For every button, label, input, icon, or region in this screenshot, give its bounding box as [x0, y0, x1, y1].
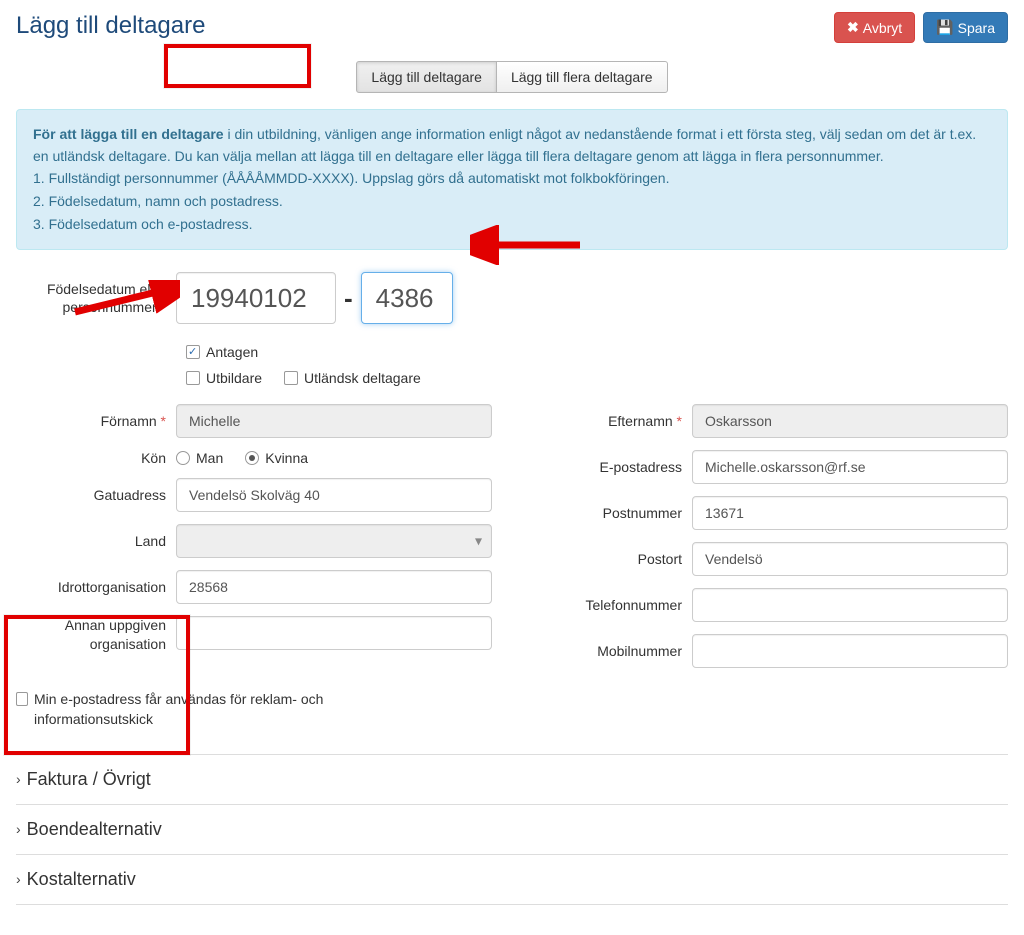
tab-row: Lägg till deltagare Lägg till flera delt… — [16, 61, 1008, 93]
kon-man-radio[interactable] — [176, 451, 190, 465]
epost-input[interactable] — [692, 450, 1008, 484]
tab-add-single[interactable]: Lägg till deltagare — [356, 61, 497, 93]
land-label: Land — [16, 533, 176, 549]
annan-label-2: organisation — [90, 636, 166, 652]
utbildare-label: Utbildare — [206, 370, 262, 386]
pnr-suffix-input[interactable] — [361, 272, 453, 324]
postort-input[interactable] — [692, 542, 1008, 576]
efternamn-label: Efternamn — [608, 413, 673, 429]
idrott-input[interactable] — [176, 570, 492, 604]
pnr-label: Födelsedatum eller personnummer — [47, 281, 166, 315]
idrott-label: Idrottorganisation — [16, 579, 176, 595]
kon-label: Kön — [16, 450, 176, 466]
epost-label: E-postadress — [532, 459, 692, 475]
postnr-label: Postnummer — [532, 505, 692, 521]
page-title: Lägg till deltagare — [16, 12, 205, 40]
tel-label: Telefonnummer — [532, 597, 692, 613]
antagen-label: Antagen — [206, 344, 258, 360]
save-icon: 💾 — [936, 19, 953, 36]
mob-input[interactable] — [692, 634, 1008, 668]
mob-label: Mobilnummer — [532, 643, 692, 659]
gatuadress-input[interactable] — [176, 478, 492, 512]
cancel-button[interactable]: ✖ Avbryt — [834, 12, 915, 43]
save-button-label: Spara — [958, 20, 995, 36]
utbildare-checkbox[interactable] — [186, 371, 200, 385]
accordion-faktura-label: Faktura / Övrigt — [27, 769, 151, 790]
accordion-faktura[interactable]: › Faktura / Övrigt — [16, 754, 1008, 804]
gatu-label: Gatuadress — [16, 487, 176, 503]
annan-label-1: Annan uppgiven — [65, 617, 166, 633]
info-box: För att lägga till en deltagare i din ut… — [16, 109, 1008, 250]
land-select[interactable] — [176, 524, 492, 558]
accordion-boende[interactable]: › Boendealternativ — [16, 804, 1008, 854]
chevron-right-icon: › — [16, 771, 21, 787]
pnr-separator: - — [336, 283, 361, 314]
annan-org-input[interactable] — [176, 616, 492, 650]
fornamn-input[interactable] — [176, 404, 492, 438]
fornamn-label: Förnamn — [101, 413, 157, 429]
close-icon: ✖ — [847, 19, 859, 36]
kon-kvinna-radio[interactable] — [245, 451, 259, 465]
kon-man-label: Man — [196, 450, 223, 466]
required-indicator: * — [161, 299, 166, 315]
efternamn-input[interactable] — [692, 404, 1008, 438]
accordion-kost[interactable]: › Kostalternativ — [16, 854, 1008, 905]
info-bold: För att lägga till en deltagare — [33, 126, 224, 142]
postnr-input[interactable] — [692, 496, 1008, 530]
cancel-button-label: Avbryt — [863, 20, 902, 36]
postort-label: Postort — [532, 551, 692, 567]
marketing-label: Min e-postadress får användas för reklam… — [34, 690, 376, 729]
marketing-checkbox[interactable] — [16, 692, 28, 706]
accordion-boende-label: Boendealternativ — [27, 819, 162, 840]
chevron-right-icon: › — [16, 821, 21, 837]
kon-kvinna-label: Kvinna — [265, 450, 308, 466]
chevron-right-icon: › — [16, 871, 21, 887]
tel-input[interactable] — [692, 588, 1008, 622]
utlandsk-label: Utländsk deltagare — [304, 370, 421, 386]
accordion-kost-label: Kostalternativ — [27, 869, 136, 890]
tab-add-multi[interactable]: Lägg till flera deltagare — [496, 61, 668, 93]
utlandsk-checkbox[interactable] — [284, 371, 298, 385]
antagen-checkbox[interactable] — [186, 345, 200, 359]
birthdate-input[interactable] — [176, 272, 336, 324]
save-button[interactable]: 💾 Spara — [923, 12, 1008, 43]
